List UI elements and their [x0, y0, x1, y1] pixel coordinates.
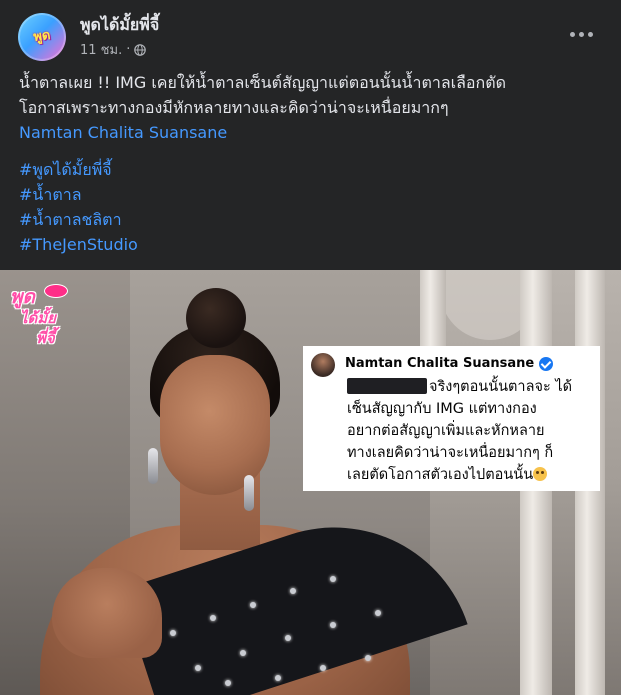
dress-sparkle: [275, 675, 281, 681]
hashtag-link[interactable]: #น้ำตาลชลิตา: [19, 207, 604, 232]
comment-line: จริงๆตอนนั้นตาลจะ ได้: [429, 379, 573, 395]
dress-sparkle: [210, 615, 216, 621]
hashtag-link[interactable]: #TheJenStudio: [19, 232, 604, 257]
commenter-avatar: [311, 353, 335, 377]
globe-icon[interactable]: [134, 43, 147, 56]
commenter-name-text: Namtan Chalita Suansane: [345, 356, 535, 371]
dress-sparkle: [285, 635, 291, 641]
meta-separator: ·: [126, 42, 131, 57]
mention-link[interactable]: Namtan Chalita Suansane: [19, 120, 604, 145]
post-meta: 11 ชม. ·: [80, 39, 147, 60]
page-avatar[interactable]: พูด: [18, 13, 66, 61]
watermark-text: พี่จี้: [36, 329, 55, 347]
model-hand: [52, 568, 162, 658]
hashtag-link[interactable]: #พูดได้มั้ยพี่จี้: [19, 157, 604, 182]
comment-screenshot-card: Namtan Chalita Suansane จริงๆตอนนั้นตาลจ…: [303, 346, 600, 491]
commenter-name: Namtan Chalita Suansane: [345, 356, 554, 371]
verified-badge-icon: [539, 356, 554, 371]
post-text-line: น้ำตาลเผย !! IMG เคยให้น้ำตาลเซ็นต์สัญญา…: [19, 73, 506, 92]
dress-sparkle: [365, 655, 371, 661]
dress-sparkle: [240, 650, 246, 656]
post-body: น้ำตาลเผย !! IMG เคยให้น้ำตาลเซ็นต์สัญญา…: [19, 70, 604, 257]
comment-text: จริงๆตอนนั้นตาลจะ ได้ เซ็นสัญญากับ IMG แ…: [347, 376, 595, 486]
earring-right: [244, 475, 254, 511]
dress-sparkle: [170, 630, 176, 636]
dress-sparkle: [225, 680, 231, 686]
background-pillar: [420, 270, 446, 350]
pleading-face-emoji-icon: [533, 467, 548, 481]
comment-line: ทางเลยคิดว่าน่าจะเหนื่อยมากๆ ก็: [347, 445, 554, 461]
post-header: พูด พูดได้มั้ยพี่จี้ 11 ชม. ·: [0, 0, 621, 70]
post-text-line: โอกาสเพราะทางกองมีหักหลายทางและคิดว่าน่า…: [19, 98, 449, 117]
page-name-link[interactable]: พูดได้มั้ยพี่จี้: [80, 13, 159, 38]
hashtag-link[interactable]: #น้ำตาล: [19, 182, 604, 207]
more-options-icon[interactable]: [565, 22, 597, 46]
earring-left: [148, 448, 158, 484]
comment-line-text: เลยตัดโอกาสตัวเองไปตอนนั้น: [347, 467, 534, 483]
post-photo[interactable]: พูด ได้มั้ย พี่จี้ Namtan Chalita Suansa…: [0, 270, 621, 695]
dress-sparkle: [195, 665, 201, 671]
dress-sparkle: [375, 610, 381, 616]
dress-sparkle: [290, 588, 296, 594]
dress-sparkle: [250, 602, 256, 608]
dress-sparkle: [330, 576, 336, 582]
post-timestamp[interactable]: 11 ชม.: [80, 39, 122, 60]
dress-sparkle: [320, 665, 326, 671]
comment-line: เซ็นสัญญากับ IMG แต่ทางกอง: [347, 401, 537, 417]
dress-sparkle: [330, 622, 336, 628]
avatar-ring: [18, 13, 66, 61]
model-hair-bun: [186, 288, 246, 348]
comment-line: อยากต่อสัญญาเพิ่มและหักหลาย: [347, 423, 545, 439]
model-face: [160, 355, 270, 495]
page-watermark-logo: พูด ได้มั้ย พี่จี้: [8, 278, 70, 350]
facebook-post: พูด พูดได้มั้ยพี่จี้ 11 ชม. · น้ำตาลเผย …: [0, 0, 621, 695]
comment-line-last: เลยตัดโอกาสตัวเองไปตอนนั้น: [347, 464, 595, 486]
lips-icon: [44, 284, 68, 298]
